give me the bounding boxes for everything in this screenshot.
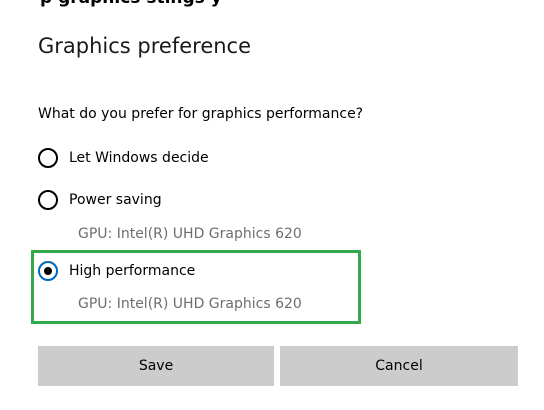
option-high-performance[interactable]: High performance xyxy=(38,259,195,283)
clipped-header-label: p graphics stings y xyxy=(40,0,222,8)
graphics-question: What do you prefer for graphics performa… xyxy=(38,106,364,122)
dialog-title: Graphics preference xyxy=(38,34,252,58)
option-let-windows-decide[interactable]: Let Windows decide xyxy=(38,146,209,170)
gpu-info-power-saving: GPU: Intel(R) UHD Graphics 620 xyxy=(78,226,302,242)
clipped-header-text: p graphics stings y xyxy=(0,0,544,8)
radio-power-saving[interactable] xyxy=(38,190,58,210)
cancel-button[interactable]: Cancel xyxy=(280,346,518,386)
gpu-info-high-performance: GPU: Intel(R) UHD Graphics 620 xyxy=(78,296,302,312)
option-label: Let Windows decide xyxy=(69,150,209,166)
radio-high-performance-selected[interactable] xyxy=(38,261,58,281)
radio-let-windows-decide[interactable] xyxy=(38,148,58,168)
option-label: High performance xyxy=(69,263,196,279)
save-button[interactable]: Save xyxy=(38,346,274,386)
option-label: Power saving xyxy=(69,192,162,208)
option-power-saving[interactable]: Power saving xyxy=(38,188,162,212)
